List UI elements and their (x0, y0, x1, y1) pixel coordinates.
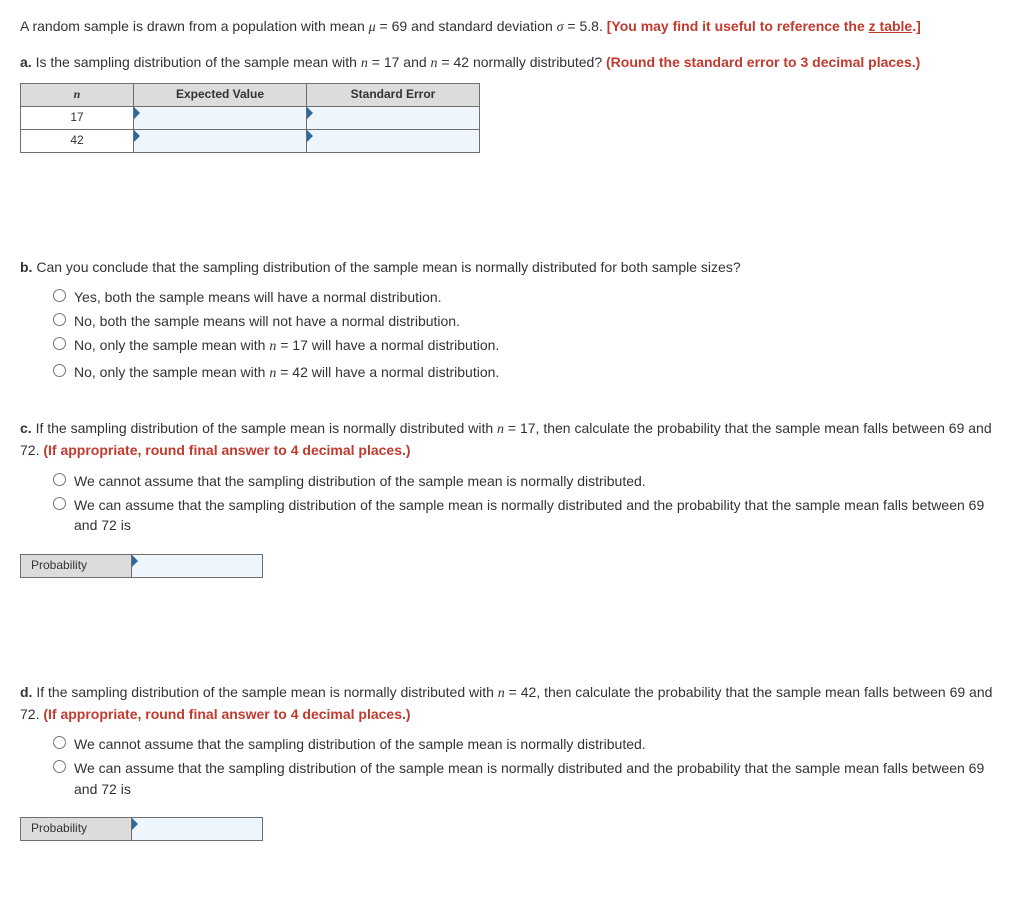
radio-option-b3[interactable]: No, only the sample mean with n = 17 wil… (48, 335, 1004, 357)
radio-input[interactable] (53, 313, 66, 326)
prob-input-c[interactable] (132, 554, 263, 577)
prob-label-d: Probability (21, 818, 132, 841)
radio-input[interactable] (53, 736, 66, 749)
radio-input[interactable] (53, 473, 66, 486)
radio-input[interactable] (53, 497, 66, 510)
prob-label-c: Probability (21, 554, 132, 577)
col-n-header: n (21, 83, 134, 106)
round-hint-c: (If appropriate, round final answer to 4… (43, 442, 410, 458)
sigma-value: = 5.8. (564, 18, 607, 34)
n-cell: 17 (21, 106, 134, 129)
se-input-17[interactable] (307, 106, 480, 129)
reference-hint: [You may find it useful to reference the… (607, 18, 921, 34)
radio-option-d2[interactable]: We can assume that the sampling distribu… (48, 758, 1004, 799)
se-input-42[interactable] (307, 129, 480, 152)
n-symbol: n (361, 56, 368, 71)
question-d: d. If the sampling distribution of the s… (20, 682, 1004, 841)
radio-input[interactable] (53, 364, 66, 377)
q-d-label: d. (20, 684, 32, 700)
probability-table-c: Probability (20, 554, 263, 578)
radio-option-b2[interactable]: No, both the sample means will not have … (48, 311, 1004, 331)
sampling-table: n Expected Value Standard Error 17 42 (20, 83, 480, 153)
problem-intro: A random sample is drawn from a populati… (20, 16, 1004, 38)
radio-option-d1[interactable]: We cannot assume that the sampling distr… (48, 734, 1004, 754)
probability-table-d: Probability (20, 817, 263, 841)
table-row: 42 (21, 129, 480, 152)
mu-value: = 69 and standard deviation (376, 18, 557, 34)
z-table-link[interactable]: z table (869, 18, 913, 34)
radio-option-c2[interactable]: We can assume that the sampling distribu… (48, 495, 1004, 536)
radio-input[interactable] (53, 337, 66, 350)
q-a-label: a. (20, 54, 32, 70)
q-b-label: b. (20, 259, 32, 275)
radio-option-c1[interactable]: We cannot assume that the sampling distr… (48, 471, 1004, 491)
prob-input-d[interactable] (132, 818, 263, 841)
ev-input-17[interactable] (134, 106, 307, 129)
round-hint: (Round the standard error to 3 decimal p… (606, 54, 920, 70)
round-hint-d: (If appropriate, round final answer to 4… (43, 706, 410, 722)
n-symbol: n (431, 56, 438, 71)
q-c-label: c. (20, 420, 32, 436)
radio-input[interactable] (53, 760, 66, 773)
radio-input[interactable] (53, 289, 66, 302)
n-cell: 42 (21, 129, 134, 152)
intro-text: A random sample is drawn from a populati… (20, 18, 369, 34)
mu-symbol: μ (369, 20, 376, 35)
question-a: a. Is the sampling distribution of the s… (20, 52, 1004, 152)
sigma-symbol: σ (557, 20, 564, 35)
radio-option-b1[interactable]: Yes, both the sample means will have a n… (48, 287, 1004, 307)
table-row: 17 (21, 106, 480, 129)
ev-input-42[interactable] (134, 129, 307, 152)
col-ev-header: Expected Value (134, 83, 307, 106)
col-se-header: Standard Error (307, 83, 480, 106)
radio-option-b4[interactable]: No, only the sample mean with n = 42 wil… (48, 362, 1004, 384)
question-c: c. If the sampling distribution of the s… (20, 418, 1004, 577)
question-b: b. Can you conclude that the sampling di… (20, 257, 1004, 384)
